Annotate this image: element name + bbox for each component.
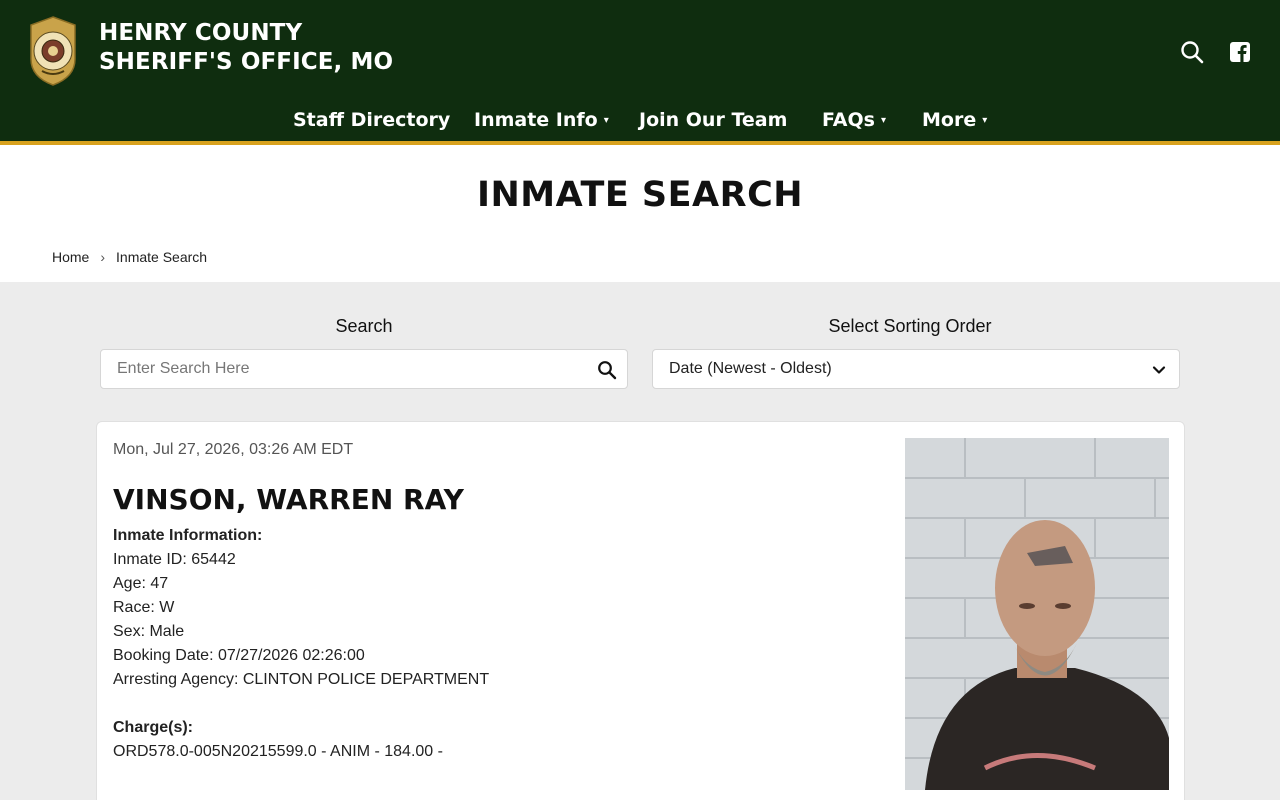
brand-line-1: HENRY COUNTY xyxy=(99,20,303,46)
sort-label: Select Sorting Order xyxy=(828,316,992,336)
inmate-id: Inmate ID: 65442 xyxy=(113,551,236,568)
nav-item-staff-directory[interactable]: Staff Directory xyxy=(293,104,450,136)
caret-down-icon: ▾ xyxy=(880,115,886,126)
sort-order-select[interactable]: Date (Newest - Oldest) xyxy=(652,349,1180,389)
brand-line-2: SHERIFF'S OFFICE, MO xyxy=(99,49,394,75)
site-header: HENRY COUNTY SHERIFF'S OFFICE, MO Staff … xyxy=(0,0,1280,141)
site-brand[interactable]: HENRY COUNTY SHERIFF'S OFFICE, MO xyxy=(99,19,393,77)
search-icon[interactable] xyxy=(1180,40,1204,64)
inmate-name[interactable]: VINSON, WARREN RAY xyxy=(113,483,464,516)
search-input[interactable] xyxy=(117,358,577,380)
nav-item-join-our-team[interactable]: Join Our Team xyxy=(639,104,787,136)
nav-item-label: Staff Directory xyxy=(293,109,451,131)
search-submit-icon[interactable] xyxy=(597,360,617,380)
nav-item-label: Inmate Info xyxy=(474,109,598,131)
sheriff-seal-logo[interactable] xyxy=(27,15,79,87)
inmate-mugshot-photo[interactable] xyxy=(905,438,1169,790)
breadcrumb-home-link[interactable]: Home xyxy=(52,249,89,265)
sort-selected-value: Date (Newest - Oldest) xyxy=(669,360,832,377)
nav-item-label: More xyxy=(922,109,977,131)
search-field xyxy=(100,349,628,389)
nav-item-faqs[interactable]: FAQs ▾ xyxy=(822,104,886,137)
inmate-info-heading: Inmate Information: xyxy=(113,527,263,544)
nav-item-inmate-info[interactable]: Inmate Info ▾ xyxy=(474,104,609,137)
page-title: INMATE SEARCH xyxy=(476,175,804,215)
breadcrumb-current: Inmate Search xyxy=(116,249,208,265)
nav-item-label: Join Our Team xyxy=(639,109,788,131)
caret-down-icon: ▾ xyxy=(603,115,609,126)
main-nav: Staff Directory Inmate Info ▾ Join Our Te… xyxy=(0,104,1280,138)
charges-heading: Charge(s): xyxy=(113,719,194,736)
nav-item-label: FAQs xyxy=(822,109,875,131)
breadcrumb: Home › Inmate Search xyxy=(52,249,207,265)
chevron-down-icon xyxy=(1152,366,1166,374)
search-label: Search xyxy=(335,316,393,336)
breadcrumb-separator: › xyxy=(100,249,106,265)
booking-timestamp: Mon, Jul 27, 2026, 03:26 AM EDT xyxy=(113,441,354,458)
charge-item: ORD578.0-005N20215599.0 - ANIM - 184.00 … xyxy=(113,743,443,760)
title-band: INMATE SEARCH Home › Inmate Search xyxy=(0,145,1280,282)
caret-down-icon: ▾ xyxy=(982,115,988,126)
nav-item-more[interactable]: More ▾ xyxy=(922,104,987,137)
facebook-icon[interactable] xyxy=(1228,40,1252,64)
inmate-details: Inmate Information: Inmate ID: 65442 Age… xyxy=(113,524,489,764)
inmate-booking-date: Booking Date: 07/27/2026 02:26:00 xyxy=(113,647,365,664)
inmate-card: Mon, Jul 27, 2026, 03:26 AM EDT VINSON, … xyxy=(96,421,1185,800)
inmate-sex: Sex: Male xyxy=(113,623,185,640)
inmate-arresting-agency: Arresting Agency: CLINTON POLICE DEPARTM… xyxy=(113,671,490,688)
inmate-age: Age: 47 xyxy=(113,575,169,592)
inmate-race: Race: W xyxy=(113,599,175,616)
